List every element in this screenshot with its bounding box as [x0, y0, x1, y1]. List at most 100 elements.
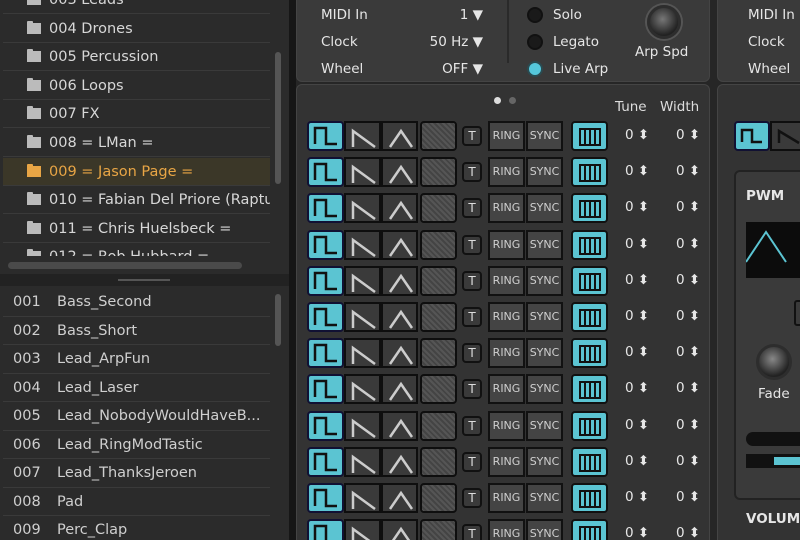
t-button[interactable]: T: [462, 270, 482, 291]
folder-item[interactable]: 011 = Chris Huelsbeck =: [3, 215, 270, 243]
noise-wave-button[interactable]: [420, 410, 457, 441]
legato-radio[interactable]: [527, 34, 543, 50]
midi-in-dropdown[interactable]: 1 ▼: [427, 7, 483, 23]
t-button[interactable]: T: [462, 415, 482, 436]
triangle-wave-button[interactable]: [381, 265, 418, 296]
width-stepper[interactable]: 0 ⬍: [676, 489, 700, 505]
saw-wave-button[interactable]: [344, 229, 381, 260]
ring-button[interactable]: RING: [488, 410, 525, 441]
folder-item[interactable]: 012 = Rob Hubbard =: [3, 243, 270, 256]
solo-radio[interactable]: [527, 7, 543, 23]
browser-splitter[interactable]: [0, 274, 289, 286]
noise-wave-button[interactable]: [420, 229, 457, 260]
t-button[interactable]: T: [462, 488, 482, 508]
preset-item[interactable]: 002 Bass_Short: [3, 317, 270, 345]
saw-wave-button[interactable]: [344, 193, 381, 224]
width-stepper[interactable]: 0 ⬍: [676, 236, 700, 252]
width-stepper[interactable]: 0 ⬍: [676, 453, 700, 469]
pulse-wave-button[interactable]: [307, 265, 344, 296]
noise-wave-button[interactable]: [420, 302, 457, 332]
t-button[interactable]: T: [462, 234, 482, 255]
noise-wave-button[interactable]: [420, 193, 457, 224]
keyboard-button[interactable]: [571, 229, 608, 260]
saw-wave-button[interactable]: [344, 338, 381, 369]
folder-scrollbar[interactable]: [275, 52, 281, 184]
preset-item[interactable]: 009 Perc_Clap: [3, 516, 270, 540]
folder-item[interactable]: 009 = Jason Page =: [3, 157, 270, 186]
width-stepper[interactable]: 0 ⬍: [676, 199, 700, 215]
preset-item[interactable]: 001 Bass_Second: [3, 288, 270, 317]
triangle-wave-button[interactable]: [381, 519, 418, 540]
preset-item[interactable]: 005 Lead_NobodyWouldHaveB...: [3, 402, 270, 431]
tune-stepper[interactable]: 0 ⬍: [625, 236, 649, 252]
folder-item[interactable]: 004 Drones: [3, 15, 270, 43]
sync-button[interactable]: SYNC: [526, 193, 563, 224]
tune-stepper[interactable]: 0 ⬍: [625, 453, 649, 469]
keyboard-button[interactable]: [571, 446, 608, 477]
ring-button[interactable]: RING: [488, 193, 525, 224]
t-button[interactable]: T: [462, 126, 482, 146]
triangle-wave-button[interactable]: [381, 121, 418, 151]
ring-button[interactable]: RING: [488, 374, 525, 405]
keyboard-button[interactable]: [571, 374, 608, 405]
pwm-option-button[interactable]: [794, 300, 800, 326]
pulse-wave-button[interactable]: [307, 410, 344, 441]
noise-wave-button[interactable]: [420, 338, 457, 369]
fade-knob[interactable]: [756, 344, 792, 380]
tune-stepper[interactable]: 0 ⬍: [625, 525, 649, 540]
triangle-wave-button[interactable]: [381, 338, 418, 369]
pulse-wave-button[interactable]: [307, 483, 344, 513]
tune-stepper[interactable]: 0 ⬍: [625, 344, 649, 360]
tune-stepper[interactable]: 0 ⬍: [625, 199, 649, 215]
preset-item[interactable]: 008 Pad: [3, 488, 270, 516]
ring-button[interactable]: RING: [488, 265, 525, 296]
folder-item[interactable]: 006 Loops: [3, 72, 270, 100]
width-stepper[interactable]: 0 ⬍: [676, 127, 700, 143]
keyboard-button[interactable]: [571, 519, 608, 540]
sync-button[interactable]: SYNC: [526, 302, 563, 332]
t-button[interactable]: T: [462, 162, 482, 183]
sync-button[interactable]: SYNC: [526, 374, 563, 405]
page-dot-active[interactable]: [494, 97, 501, 104]
folder-item[interactable]: 003 Leads: [3, 0, 270, 14]
t-button[interactable]: T: [462, 307, 482, 327]
pulse-wave-button[interactable]: [307, 229, 344, 260]
ring-button[interactable]: RING: [488, 121, 525, 151]
keyboard-button[interactable]: [571, 193, 608, 224]
wheel-dropdown[interactable]: OFF ▼: [417, 61, 483, 77]
pulse-wave-button[interactable]: [307, 374, 344, 405]
noise-wave-button[interactable]: [420, 374, 457, 405]
preset-scrollbar[interactable]: [275, 294, 281, 346]
saw-wave-button[interactable]: [344, 374, 381, 405]
preset-item[interactable]: 003 Lead_ArpFun: [3, 345, 270, 374]
ring-button[interactable]: RING: [488, 338, 525, 369]
saw-wave-button[interactable]: [344, 302, 381, 332]
live-arp-radio[interactable]: [527, 61, 543, 77]
sync-button[interactable]: SYNC: [526, 446, 563, 477]
saw-wave-button[interactable]: [344, 483, 381, 513]
pulse-wave-button[interactable]: [307, 446, 344, 477]
width-stepper[interactable]: 0 ⬍: [676, 344, 700, 360]
arp-speed-knob[interactable]: [647, 5, 681, 39]
t-button[interactable]: T: [462, 524, 482, 540]
keyboard-button[interactable]: [571, 338, 608, 369]
t-button[interactable]: T: [462, 343, 482, 364]
saw-wave-button[interactable]: [344, 519, 381, 540]
keyboard-button[interactable]: [571, 265, 608, 296]
pane-divider[interactable]: [289, 0, 296, 540]
preset-item[interactable]: 004 Lead_Laser: [3, 374, 270, 402]
pulse-wave-button[interactable]: [307, 519, 344, 540]
width-stepper[interactable]: 0 ⬍: [676, 308, 700, 324]
noise-wave-button[interactable]: [420, 483, 457, 513]
keyboard-button[interactable]: [571, 483, 608, 513]
slider-track[interactable]: [746, 432, 800, 446]
triangle-wave-button[interactable]: [381, 446, 418, 477]
folder-item[interactable]: 007 FX: [3, 100, 270, 129]
saw-wave-button[interactable]: [344, 446, 381, 477]
tune-stepper[interactable]: 0 ⬍: [625, 489, 649, 505]
sync-button[interactable]: SYNC: [526, 410, 563, 441]
saw-wave-button[interactable]: [344, 410, 381, 441]
sync-button[interactable]: SYNC: [526, 338, 563, 369]
saw-wave-button[interactable]: [344, 157, 381, 188]
noise-wave-button[interactable]: [420, 265, 457, 296]
